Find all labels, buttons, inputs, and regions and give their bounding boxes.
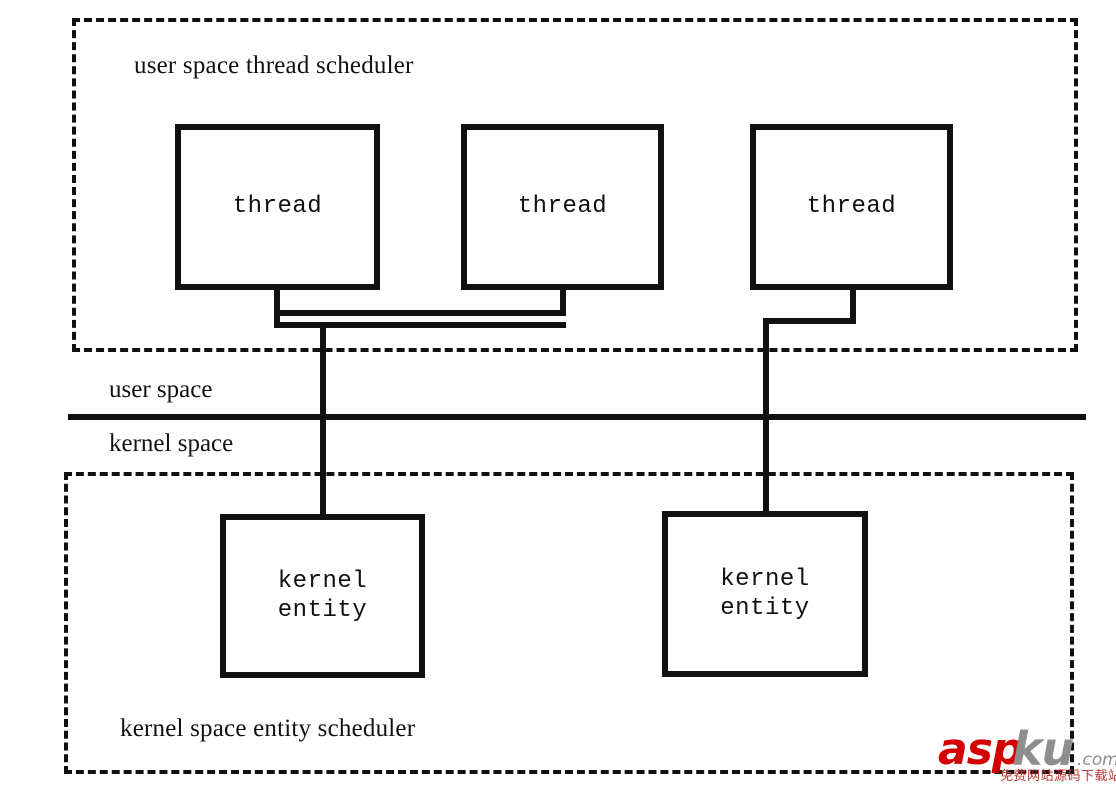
thread-box-1: thread bbox=[175, 124, 380, 290]
thread-box-2: thread bbox=[461, 124, 664, 290]
connector-thread2-horizontal bbox=[274, 310, 566, 316]
kernel-space-label: kernel space bbox=[109, 430, 234, 457]
watermark-brand-secondary: ku bbox=[1012, 722, 1074, 776]
watermark-brand-primary: asp bbox=[938, 724, 1023, 775]
user-kernel-space-divider bbox=[68, 414, 1086, 420]
site-watermark: asp ku .com 免费网站源码下载站 bbox=[938, 722, 1116, 786]
kernel-entity-box-1-label: kernel entity bbox=[277, 567, 368, 624]
connector-drop-to-kernel-entity-1 bbox=[320, 322, 326, 518]
kernel-entity-box-2: kernel entity bbox=[662, 511, 868, 677]
kernel-entity-box-2-label: kernel entity bbox=[720, 565, 810, 622]
diagram-canvas: user space thread scheduler thread threa… bbox=[0, 0, 1116, 792]
connector-thread-bus bbox=[274, 322, 566, 328]
watermark-subtitle: 免费网站源码下载站 bbox=[1000, 769, 1116, 784]
user-space-region-caption: user space thread scheduler bbox=[134, 52, 414, 79]
kernel-entity-box-1: kernel entity bbox=[220, 514, 425, 678]
thread-box-2-label: thread bbox=[517, 193, 608, 221]
kernel-space-region-caption: kernel space entity scheduler bbox=[120, 715, 416, 742]
thread-box-3-label: thread bbox=[806, 193, 897, 221]
user-space-label: user space bbox=[109, 376, 213, 403]
thread-box-1-label: thread bbox=[232, 193, 323, 221]
connector-thread3-horizontal bbox=[763, 318, 856, 324]
watermark-domain-suffix: .com bbox=[1077, 750, 1116, 770]
connector-drop-to-kernel-entity-2 bbox=[763, 318, 769, 516]
thread-box-3: thread bbox=[750, 124, 953, 290]
